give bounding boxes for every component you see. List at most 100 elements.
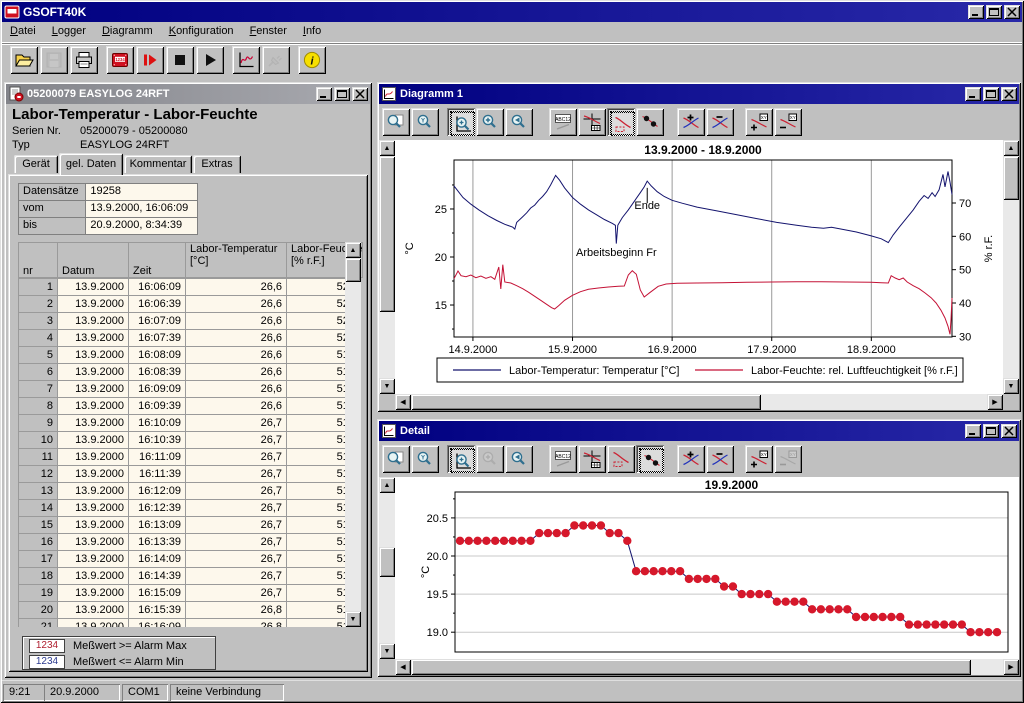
remove-curve-button[interactable] (706, 108, 734, 136)
zoom-document-button[interactable] (382, 108, 410, 136)
info-button[interactable]: i (298, 46, 326, 74)
tab-gerät[interactable]: Gerät (14, 155, 58, 173)
table-row[interactable]: 1013.9.200016:10:3926,751,2 (19, 432, 346, 449)
menu-logger[interactable]: Logger (44, 22, 94, 41)
table-row[interactable]: 1713.9.200016:14:0926,751,5 (19, 551, 346, 568)
menu-fenster[interactable]: Fenster (242, 22, 295, 41)
table-row[interactable]: 2013.9.200016:15:3926,851,2 (19, 602, 346, 619)
crosshair-values-button[interactable] (578, 445, 606, 473)
table-row[interactable]: 2113.9.200016:16:0926,851,3 (19, 619, 346, 628)
diagram-right-y-scrollbar[interactable]: ▲ ▼ (1003, 140, 1019, 394)
table-row[interactable]: 413.9.200016:07:3926,652,0 (19, 330, 346, 347)
scroll-up-button[interactable]: ▲ (379, 140, 395, 156)
show-points-button[interactable] (636, 445, 664, 473)
table-scrollbar[interactable]: ▲ ▼ (345, 242, 361, 627)
scroll-left-button[interactable]: ◀ (395, 659, 411, 675)
table-row[interactable]: 813.9.200016:09:3926,651,3 (19, 398, 346, 415)
logger-button[interactable]: 1234 (106, 46, 134, 74)
minimize-button[interactable] (965, 87, 981, 101)
print-button[interactable] (70, 46, 98, 74)
show-points-button[interactable] (636, 108, 664, 136)
diagram-x-scrollbar[interactable]: ◀ ▶ (395, 394, 1003, 410)
table-row[interactable]: 913.9.200016:10:0926,751,3 (19, 415, 346, 432)
table-row[interactable]: 613.9.200016:08:3926,651,6 (19, 364, 346, 381)
zoom-document-button[interactable] (382, 445, 410, 473)
zoom-y-button[interactable]: Y (411, 445, 439, 473)
table-row[interactable]: 313.9.200016:07:0926,652,2 (19, 313, 346, 330)
zoom-back-button[interactable] (505, 108, 533, 136)
menu-datei[interactable]: Datei (2, 22, 44, 41)
table-row[interactable]: 113.9.200016:06:0926,652,2 (19, 279, 346, 296)
minimize-button[interactable] (965, 424, 981, 438)
text-display-button[interactable]: ABC12 (549, 108, 577, 136)
table-row[interactable]: 1413.9.200016:12:3926,751,4 (19, 500, 346, 517)
scroll-up-button[interactable]: ▲ (345, 242, 361, 258)
table-row[interactable]: 1913.9.200016:15:0926,751,3 (19, 585, 346, 602)
detail-y-scrollbar[interactable]: ▲ ▼ (379, 477, 395, 659)
col-header[interactable]: Zeit (129, 243, 186, 278)
diagram-button[interactable] (232, 46, 260, 74)
add-curve-button[interactable] (677, 108, 705, 136)
scroll-down-button[interactable]: ▼ (379, 643, 395, 659)
scroll-up-button[interactable]: ▲ (1003, 140, 1019, 156)
minimize-button[interactable] (316, 87, 332, 101)
tab-kommentar[interactable]: Kommentar (124, 155, 192, 173)
maximize-button[interactable] (334, 87, 350, 101)
scrollbar-thumb[interactable] (345, 258, 361, 282)
table-row[interactable]: 1613.9.200016:13:3926,751,7 (19, 534, 346, 551)
menu-konfiguration[interactable]: Konfiguration (161, 22, 242, 41)
add-xy-button[interactable]: XY (745, 445, 773, 473)
col-header[interactable]: Datum (58, 243, 129, 278)
open-button[interactable] (10, 46, 38, 74)
table-row[interactable]: 1213.9.200016:11:3926,751,5 (19, 466, 346, 483)
zoom-y-button[interactable]: Y (411, 108, 439, 136)
table-row[interactable]: 213.9.200016:06:3926,652,1 (19, 296, 346, 313)
zoom-axes-button[interactable] (447, 445, 475, 473)
table-row[interactable]: 1313.9.200016:12:0926,751,6 (19, 483, 346, 500)
crosshair-values-button[interactable] (578, 108, 606, 136)
zoom-in-button[interactable] (476, 108, 504, 136)
remove-curve-button[interactable] (706, 445, 734, 473)
curve-measure-button[interactable] (607, 445, 635, 473)
text-display-button[interactable]: ABC12 (549, 445, 577, 473)
start-button[interactable] (196, 46, 224, 74)
menu-info[interactable]: Info (295, 22, 329, 41)
table-row[interactable]: 1113.9.200016:11:0926,751,3 (19, 449, 346, 466)
read-logger-button[interactable] (136, 46, 164, 74)
scrollbar-thumb[interactable] (411, 394, 761, 410)
close-button[interactable] (352, 87, 368, 101)
tab-extras[interactable]: Extras (193, 155, 241, 173)
scroll-down-button[interactable]: ▼ (1003, 378, 1019, 394)
scroll-down-button[interactable]: ▼ (345, 611, 361, 627)
scroll-left-button[interactable]: ◀ (395, 394, 411, 410)
table-row[interactable]: 713.9.200016:09:0926,651,4 (19, 381, 346, 398)
scrollbar-thumb[interactable] (411, 659, 971, 675)
zoom-back-button[interactable] (505, 445, 533, 473)
close-button[interactable] (1001, 424, 1017, 438)
minimize-button[interactable] (968, 5, 984, 19)
stop-button[interactable] (166, 46, 194, 74)
zoom-axes-button[interactable] (447, 108, 475, 136)
add-xy-button[interactable]: XY (745, 108, 773, 136)
table-row[interactable]: 513.9.200016:08:0926,651,6 (19, 347, 346, 364)
scroll-right-button[interactable]: ▶ (1003, 659, 1019, 675)
scroll-up-button[interactable]: ▲ (379, 477, 395, 493)
detail-x-scrollbar[interactable]: ◀ ▶ (395, 659, 1019, 675)
curve-measure-button[interactable] (607, 108, 635, 136)
col-header[interactable]: nr (19, 243, 58, 278)
col-header[interactable]: Labor-Temperatur[°C] (186, 243, 287, 278)
scroll-down-button[interactable]: ▼ (379, 378, 395, 394)
maximize-button[interactable] (983, 424, 999, 438)
tab-gel-daten[interactable]: gel. Daten (59, 153, 123, 175)
scrollbar-thumb[interactable] (1003, 156, 1019, 200)
table-row[interactable]: 1513.9.200016:13:0926,751,6 (19, 517, 346, 534)
table-row[interactable]: 1813.9.200016:14:3926,751,3 (19, 568, 346, 585)
add-curve-button[interactable] (677, 445, 705, 473)
close-button[interactable] (1004, 5, 1020, 19)
close-button[interactable] (1001, 87, 1017, 101)
remove-xy-button[interactable]: XY (774, 108, 802, 136)
scroll-right-button[interactable]: ▶ (987, 394, 1003, 410)
diagram-left-y-scrollbar[interactable]: ▲ ▼ (379, 140, 395, 394)
menu-diagramm[interactable]: Diagramm (94, 22, 161, 41)
scrollbar-thumb[interactable] (379, 156, 395, 312)
